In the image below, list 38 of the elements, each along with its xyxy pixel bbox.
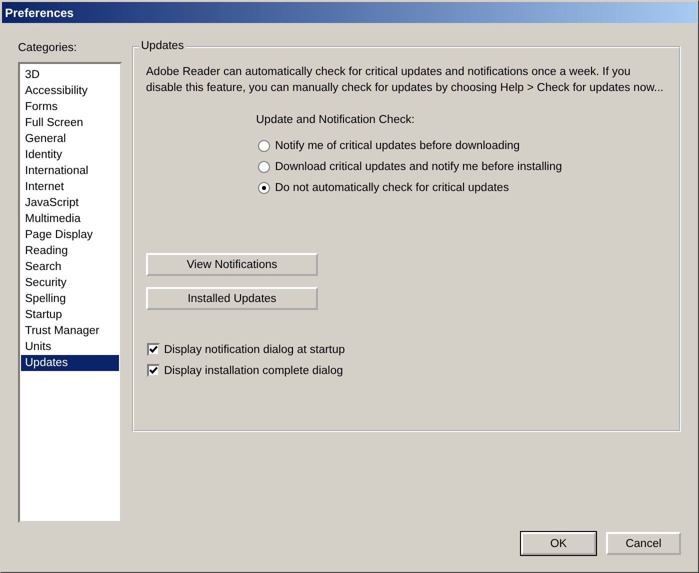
- window-title: Preferences: [5, 6, 74, 20]
- category-item[interactable]: Internet: [21, 179, 119, 195]
- category-item[interactable]: International: [21, 163, 119, 179]
- dialog-button[interactable]: OK: [521, 532, 596, 555]
- checkbox[interactable]: [147, 364, 160, 377]
- checkbox[interactable]: [147, 343, 160, 356]
- category-item[interactable]: 3D: [21, 67, 119, 83]
- category-item[interactable]: Spelling: [21, 291, 119, 307]
- category-item[interactable]: General: [21, 131, 119, 147]
- radio-button[interactable]: [258, 160, 270, 172]
- category-item[interactable]: Multimedia: [21, 211, 119, 227]
- radio-label[interactable]: Do not automatically check for critical updates: [275, 182, 509, 194]
- category-item[interactable]: Reading: [21, 243, 119, 259]
- category-item[interactable]: Security: [21, 275, 119, 291]
- action-button[interactable]: Installed Updates: [146, 287, 318, 310]
- category-item[interactable]: Updates: [21, 355, 119, 371]
- category-item[interactable]: Search: [21, 259, 119, 275]
- radio-button[interactable]: [258, 140, 270, 152]
- dialog-button[interactable]: Cancel: [606, 532, 681, 555]
- category-item[interactable]: Full Screen: [21, 115, 119, 131]
- category-item[interactable]: Startup: [21, 307, 119, 323]
- category-item[interactable]: Page Display: [21, 227, 119, 243]
- radio-label[interactable]: Notify me of critical updates before downloading: [275, 140, 520, 152]
- category-item[interactable]: Identity: [21, 147, 119, 163]
- description-text: Adobe Reader can automatically check for critical updates and notifications once a week. If you disable this feature, you can manually check for updates by choosing Help > Check for updates now...: [146, 65, 664, 96]
- category-item[interactable]: Forms: [21, 99, 119, 115]
- categories-label: Categories:: [18, 42, 78, 56]
- category-item[interactable]: Accessibility: [21, 83, 119, 99]
- action-button[interactable]: View Notifications: [146, 253, 318, 276]
- radio-label[interactable]: Download critical updates and notify me before installing: [275, 160, 562, 172]
- category-item[interactable]: Units: [21, 339, 119, 355]
- category-item[interactable]: Trust Manager: [21, 323, 119, 339]
- checkbox-label[interactable]: Display installation complete dialog: [164, 364, 343, 376]
- group-title: Updates: [139, 40, 186, 52]
- radio-group-label: Update and Notification Check:: [256, 114, 416, 126]
- checkbox-label[interactable]: Display notification dialog at startup: [164, 344, 345, 356]
- radio-button[interactable]: [258, 182, 270, 194]
- category-item[interactable]: JavaScript: [21, 195, 119, 211]
